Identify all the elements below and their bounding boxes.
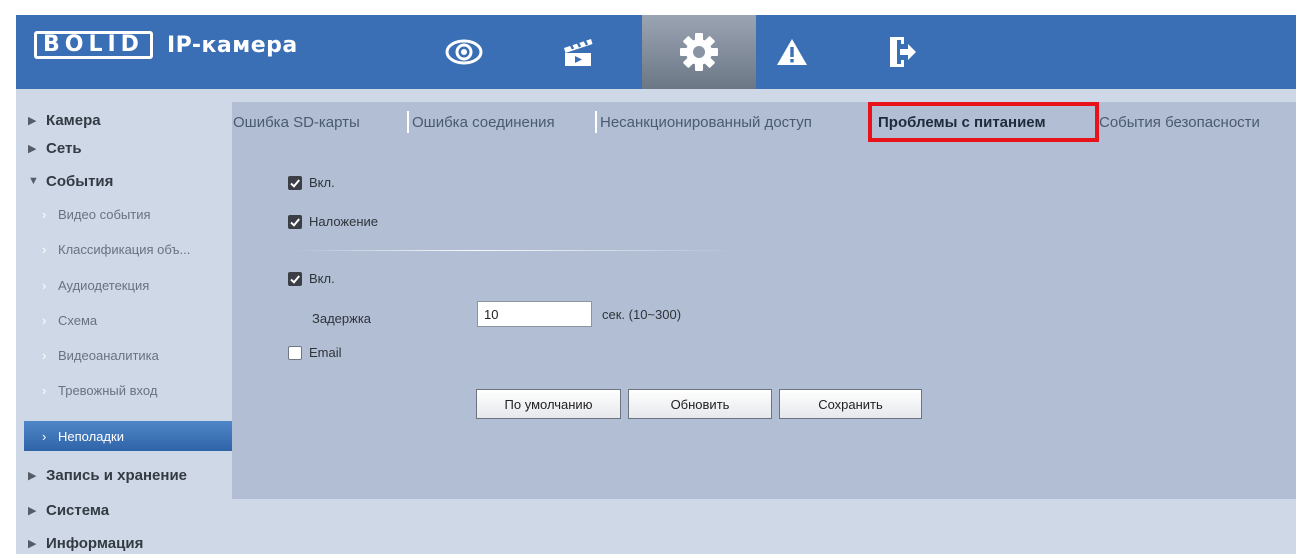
sidebar-subitem-scheme[interactable]: › Схема (24, 306, 242, 334)
sidebar-subitem-label: Видеоаналитика (58, 347, 159, 363)
chevron-right-icon: › (42, 277, 47, 293)
chevron-right-icon: › (42, 428, 47, 444)
brand-logo: BOLID IP-камера (34, 29, 298, 61)
settings-panel: Ошибка SD-карты Ошибка соединения Несанк… (232, 102, 1296, 499)
tab-separator (407, 111, 409, 133)
sidebar-item-label: Информация (46, 534, 144, 552)
enable2-checkbox[interactable] (288, 271, 302, 286)
enable2-row: Вкл. (288, 271, 335, 286)
enable2-label: Вкл. (309, 271, 335, 286)
gear-icon[interactable] (642, 15, 756, 89)
warning-icon[interactable] (764, 15, 820, 89)
email-label: Email (309, 345, 342, 360)
expand-triangle-icon: ▶ (28, 469, 37, 482)
expand-triangle-icon: ▶ (28, 142, 37, 155)
chevron-right-icon: › (42, 312, 47, 328)
sidebar-item-recording-storage[interactable]: ▶ Запись и хранение (24, 460, 242, 490)
email-row: Email (288, 345, 342, 360)
sidebar-item-label: Камера (46, 111, 101, 129)
app-title: IP-камера (166, 32, 298, 58)
enable-checkbox[interactable] (288, 175, 302, 190)
sidebar-item-events[interactable]: ▼ События (24, 166, 242, 196)
section-divider (292, 250, 742, 251)
chevron-right-icon: › (42, 241, 47, 257)
sidebar-subitem-label: Схема (58, 312, 98, 328)
sidebar-subitem-label: Неполадки (58, 428, 124, 444)
tab-security-events[interactable]: События безопасности (1099, 109, 1260, 135)
sidebar-subitem-video-analytics[interactable]: › Видеоаналитика (24, 341, 242, 369)
chevron-right-icon: › (42, 382, 47, 398)
sidebar-subitem-label: Видео события (58, 206, 151, 222)
tab-sd-card-error[interactable]: Ошибка SD-карты (233, 109, 360, 135)
sidebar-item-label: События (46, 172, 114, 190)
sidebar-subitem-faults[interactable]: › Неполадки (24, 421, 242, 451)
top-header: BOLID IP-камера (16, 15, 1296, 89)
logo-text: BOLID (34, 31, 153, 59)
sidebar-item-label: Запись и хранение (46, 466, 188, 484)
collapse-triangle-icon: ▼ (28, 175, 39, 187)
expand-triangle-icon: ▶ (28, 504, 37, 517)
sidebar-subitem-label: Тревожный вход (58, 382, 158, 398)
sidebar-subitem-label: Аудиодетекция (58, 277, 150, 293)
enable-row: Вкл. (288, 175, 335, 190)
tab-bar: Ошибка SD-карты Ошибка соединения Несанк… (232, 102, 1296, 142)
sidebar-subitem-label: Классификация объ... (58, 241, 191, 257)
tab-highlight-frame (868, 102, 1099, 142)
sidebar-item-camera[interactable]: ▶ Камера (24, 105, 242, 135)
save-button[interactable]: Сохранить (779, 389, 922, 419)
enable-label: Вкл. (309, 175, 335, 190)
refresh-button[interactable]: Обновить (628, 389, 772, 419)
sidebar-item-information[interactable]: ▶ Информация (24, 528, 242, 554)
delay-hint: сек. (10~300) (602, 307, 682, 322)
email-checkbox[interactable] (288, 345, 302, 360)
sidebar-subitem-alarm-input[interactable]: › Тревожный вход (24, 376, 242, 404)
tab-connection-error[interactable]: Ошибка соединения (412, 109, 555, 135)
clapperboard-icon[interactable] (550, 15, 606, 89)
sidebar-item-network[interactable]: ▶ Сеть (24, 133, 242, 163)
tab-unauthorized-access[interactable]: Несанкционированный доступ (600, 109, 812, 135)
overlay-checkbox[interactable] (288, 214, 302, 229)
logout-icon[interactable] (874, 15, 930, 89)
expand-triangle-icon: ▶ (28, 537, 37, 550)
delay-input[interactable] (477, 301, 592, 327)
sidebar-item-system[interactable]: ▶ Система (24, 495, 242, 525)
tab-separator (595, 111, 597, 133)
chevron-right-icon: › (42, 206, 47, 222)
default-button[interactable]: По умолчанию (476, 389, 621, 419)
chevron-right-icon: › (42, 347, 47, 363)
sidebar-subitem-video-events[interactable]: › Видео события (24, 200, 242, 228)
sidebar-subitem-audio-detection[interactable]: › Аудиодетекция (24, 271, 242, 299)
sidebar-item-label: Сеть (46, 139, 82, 157)
overlay-label: Наложение (309, 214, 379, 229)
expand-triangle-icon: ▶ (28, 114, 37, 127)
overlay-row: Наложение (288, 214, 378, 229)
eye-icon[interactable] (436, 15, 492, 89)
delay-label: Задержка (312, 311, 372, 326)
sidebar-subitem-object-classification[interactable]: › Классификация объ... (24, 235, 242, 263)
sidebar-item-label: Система (46, 501, 110, 519)
